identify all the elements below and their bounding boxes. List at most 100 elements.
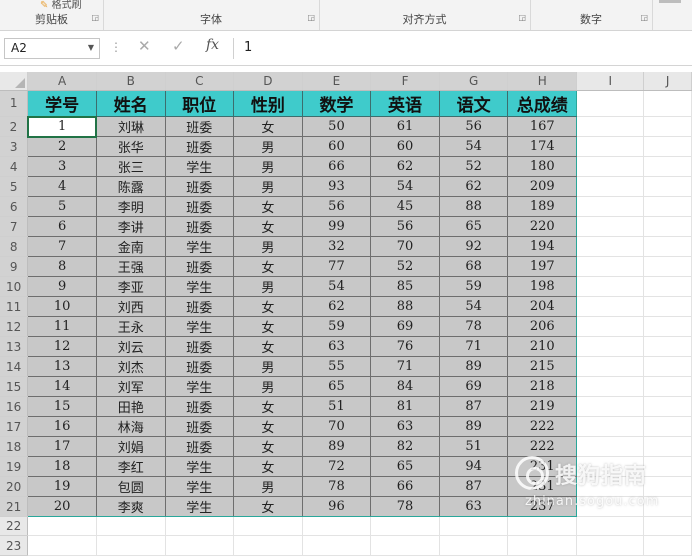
cell-c9[interactable]: 班委 bbox=[164, 256, 235, 277]
cell-c14[interactable]: 班委 bbox=[164, 356, 235, 377]
cell-g9[interactable]: 68 bbox=[438, 256, 509, 277]
cell-b13[interactable]: 刘云 bbox=[95, 336, 166, 357]
cell-h8[interactable]: 194 bbox=[507, 236, 578, 257]
cell-j11[interactable] bbox=[643, 296, 692, 317]
cell-a1[interactable]: 学号 bbox=[27, 89, 97, 117]
cell-h10[interactable]: 198 bbox=[507, 276, 578, 297]
cell-b19[interactable]: 李红 bbox=[95, 456, 166, 477]
cell-f11[interactable]: 88 bbox=[370, 296, 440, 317]
cell-g21[interactable]: 63 bbox=[438, 496, 509, 517]
cell-f6[interactable]: 45 bbox=[370, 196, 440, 217]
cell-i3[interactable] bbox=[576, 136, 645, 157]
cell-c10[interactable]: 学生 bbox=[164, 276, 235, 297]
cell-i16[interactable] bbox=[576, 396, 645, 417]
cell-a5[interactable]: 4 bbox=[27, 176, 97, 197]
cell-a14[interactable]: 13 bbox=[27, 356, 97, 377]
cell-e17[interactable]: 70 bbox=[301, 416, 372, 437]
cell-c11[interactable]: 班委 bbox=[164, 296, 235, 317]
cell-e1[interactable]: 数学 bbox=[301, 89, 372, 117]
cell-j13[interactable] bbox=[643, 336, 692, 357]
cell-e11[interactable]: 62 bbox=[301, 296, 372, 317]
cell-e6[interactable]: 56 bbox=[301, 196, 372, 217]
row-header-21[interactable]: 21 bbox=[0, 496, 29, 517]
cell-e7[interactable]: 99 bbox=[301, 216, 372, 237]
cell-e13[interactable]: 63 bbox=[301, 336, 372, 357]
cell-b22[interactable] bbox=[96, 516, 166, 537]
column-header-b[interactable]: B bbox=[96, 72, 166, 91]
cell-d14[interactable]: 男 bbox=[233, 356, 303, 377]
row-header-13[interactable]: 13 bbox=[0, 336, 29, 357]
cell-j9[interactable] bbox=[643, 256, 692, 277]
cell-b3[interactable]: 张华 bbox=[95, 136, 166, 157]
cell-d6[interactable]: 女 bbox=[233, 196, 303, 217]
row-header-4[interactable]: 4 bbox=[0, 156, 29, 177]
dialog-launcher-icon[interactable]: ◲ bbox=[307, 14, 315, 22]
cell-b10[interactable]: 李亚 bbox=[95, 276, 166, 297]
cell-j16[interactable] bbox=[643, 396, 692, 417]
cell-j4[interactable] bbox=[643, 156, 692, 177]
row-header-22[interactable]: 22 bbox=[0, 516, 29, 537]
cell-j21[interactable] bbox=[643, 496, 692, 517]
row-header-14[interactable]: 14 bbox=[0, 356, 29, 377]
cell-d10[interactable]: 男 bbox=[233, 276, 303, 297]
cell-e3[interactable]: 60 bbox=[301, 136, 372, 157]
cell-a4[interactable]: 3 bbox=[27, 156, 97, 177]
cell-c21[interactable]: 学生 bbox=[164, 496, 235, 517]
cell-b15[interactable]: 刘军 bbox=[95, 376, 166, 397]
cell-b1[interactable]: 姓名 bbox=[95, 89, 166, 117]
row-header-20[interactable]: 20 bbox=[0, 476, 29, 497]
cell-g8[interactable]: 92 bbox=[438, 236, 509, 257]
cell-i2[interactable] bbox=[576, 116, 645, 137]
column-header-d[interactable]: D bbox=[233, 72, 303, 91]
cell-e20[interactable]: 78 bbox=[301, 476, 372, 497]
cell-d13[interactable]: 女 bbox=[233, 336, 303, 357]
cell-d9[interactable]: 女 bbox=[233, 256, 303, 277]
row-header-2[interactable]: 2 bbox=[0, 116, 29, 137]
cell-i5[interactable] bbox=[576, 176, 645, 197]
cell-g19[interactable]: 94 bbox=[438, 456, 509, 477]
cell-i22[interactable] bbox=[576, 516, 645, 537]
cell-c20[interactable]: 学生 bbox=[164, 476, 235, 497]
cell-i7[interactable] bbox=[576, 216, 645, 237]
cell-a10[interactable]: 9 bbox=[27, 276, 97, 297]
cell-b21[interactable]: 李爽 bbox=[95, 496, 166, 517]
cancel-icon[interactable]: ✕ bbox=[138, 37, 151, 55]
cell-e14[interactable]: 55 bbox=[301, 356, 372, 377]
cell-a21[interactable]: 20 bbox=[27, 496, 97, 517]
cell-g15[interactable]: 69 bbox=[438, 376, 509, 397]
cell-d18[interactable]: 女 bbox=[233, 436, 303, 457]
cell-f10[interactable]: 85 bbox=[370, 276, 440, 297]
cell-b5[interactable]: 陈露 bbox=[95, 176, 166, 197]
cell-j12[interactable] bbox=[643, 316, 692, 337]
dialog-launcher-icon[interactable]: ◲ bbox=[91, 14, 99, 22]
cell-b4[interactable]: 张三 bbox=[95, 156, 166, 177]
cell-f21[interactable]: 78 bbox=[370, 496, 440, 517]
cell-c18[interactable]: 班委 bbox=[164, 436, 235, 457]
cell-h20[interactable]: 231 bbox=[507, 476, 578, 497]
cell-g22[interactable] bbox=[439, 516, 509, 537]
cell-f16[interactable]: 81 bbox=[370, 396, 440, 417]
cell-h9[interactable]: 197 bbox=[507, 256, 578, 277]
cell-g11[interactable]: 54 bbox=[438, 296, 509, 317]
row-header-18[interactable]: 18 bbox=[0, 436, 29, 457]
cell-g18[interactable]: 51 bbox=[438, 436, 509, 457]
cell-g10[interactable]: 59 bbox=[438, 276, 509, 297]
cell-a9[interactable]: 8 bbox=[27, 256, 97, 277]
cell-b2[interactable]: 刘琳 bbox=[95, 116, 166, 137]
cell-f1[interactable]: 英语 bbox=[370, 89, 440, 117]
cell-c12[interactable]: 学生 bbox=[164, 316, 235, 337]
cell-j10[interactable] bbox=[643, 276, 692, 297]
dialog-launcher-icon[interactable]: ◲ bbox=[518, 14, 526, 22]
cell-a12[interactable]: 11 bbox=[27, 316, 97, 337]
cell-h5[interactable]: 209 bbox=[507, 176, 578, 197]
cell-g20[interactable]: 87 bbox=[438, 476, 509, 497]
cell-e22[interactable] bbox=[302, 516, 372, 537]
cell-e8[interactable]: 32 bbox=[301, 236, 372, 257]
cell-j5[interactable] bbox=[643, 176, 692, 197]
dialog-launcher-icon[interactable]: ◲ bbox=[640, 14, 648, 22]
cell-d11[interactable]: 女 bbox=[233, 296, 303, 317]
cell-b6[interactable]: 李明 bbox=[95, 196, 166, 217]
cell-j8[interactable] bbox=[643, 236, 692, 257]
row-header-9[interactable]: 9 bbox=[0, 256, 29, 277]
cell-j1[interactable] bbox=[643, 90, 692, 117]
